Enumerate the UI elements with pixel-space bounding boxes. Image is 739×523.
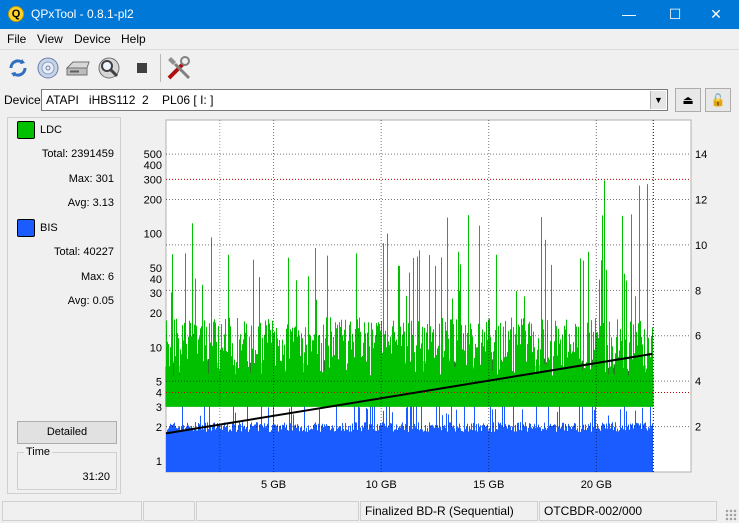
lock-button[interactable]: 🔓 — [705, 88, 731, 112]
ldc-color-swatch — [17, 121, 35, 139]
y-left-tick-label: 200 — [144, 194, 162, 206]
toolbar — [0, 49, 739, 85]
stop-icon — [137, 63, 147, 73]
scan-icon — [98, 57, 120, 79]
y-right-tick-label: 6 — [695, 331, 701, 343]
bis-max-label: Max: — [80, 271, 105, 283]
y-right-tick-label: 14 — [695, 149, 707, 161]
eject-button[interactable]: ⏏ — [675, 88, 701, 112]
y-left-tick-label: 5 — [156, 377, 162, 389]
qpxtool-app-icon: Q — [8, 6, 24, 22]
x-tick-label: 15 GB — [473, 479, 504, 491]
unlock-icon: 🔓 — [710, 93, 726, 107]
stop-button[interactable] — [128, 54, 156, 82]
title-bar: Q QPxTool - 0.8.1-pl2 — ☐ ✕ — [0, 0, 739, 29]
y-left-tick-label: 40 — [150, 274, 162, 286]
ldc-avg: Avg: 3.13 — [68, 197, 114, 209]
bis-avg: Avg: 0.05 — [68, 295, 114, 307]
time-value: 31:20 — [82, 471, 110, 483]
settings-tools-button[interactable] — [165, 54, 193, 82]
disc-info-icon — [37, 57, 59, 79]
settings-tools-icon — [167, 56, 191, 80]
refresh-icon — [9, 59, 27, 77]
y-right-tick-label: 8 — [695, 285, 701, 297]
menu-help[interactable]: Help — [121, 32, 146, 46]
y-right-tick-label: 12 — [695, 194, 707, 206]
ldc-bis-chart: 1 2 3 4 5 10 20 30 40 50 100 200 300 400 500 2 4 6 8 10 12 14… — [125, 117, 719, 494]
y-left-tick-label: 20 — [150, 308, 162, 320]
ldc-max-value: 301 — [95, 173, 114, 185]
bis-total: Total: 40227 — [54, 246, 114, 258]
ldc-avg-value: 3.13 — [92, 197, 114, 209]
status-cell-1 — [2, 501, 142, 521]
x-tick-label: 20 GB — [581, 479, 612, 491]
detailed-button[interactable]: Detailed — [17, 421, 117, 444]
bis-total-label: Total: — [54, 246, 81, 258]
bis-avg-value: 0.05 — [92, 295, 114, 307]
plot-area — [165, 119, 692, 473]
time-label: Time — [24, 446, 53, 458]
y-left-tick-label: 100 — [144, 229, 162, 241]
chart-svg: 1234510203040501002003004005002468101214… — [144, 119, 707, 491]
ldc-total-label: Total: — [41, 148, 69, 160]
bis-color-swatch — [17, 219, 35, 237]
toolbar-separator — [160, 54, 161, 82]
ldc-legend-label: LDC — [40, 124, 63, 136]
minimize-button[interactable]: — — [606, 0, 652, 29]
device-bar: Device: ATAPI iHBS112 2 PL06 [ I: ] ▼ ⏏ … — [0, 86, 739, 114]
drive-icon — [65, 61, 90, 76]
window-title: QPxTool - 0.8.1-pl2 — [31, 7, 134, 21]
disc-info-button[interactable] — [34, 54, 62, 82]
time-group: Time 31:20 — [17, 446, 117, 490]
menu-view[interactable]: View — [37, 32, 63, 46]
ldc-total: Total: 2391459 — [42, 148, 114, 160]
menu-file[interactable]: File — [7, 32, 26, 46]
status-cell-3 — [196, 501, 359, 521]
ldc-max-label: Max: — [68, 173, 93, 185]
ldc-max: Max: 301 — [69, 173, 114, 185]
ldc-total-value: 2391459 — [71, 148, 114, 160]
status-bar: Finalized BD-R (Sequential) OTCBDR-002/0… — [0, 499, 739, 523]
bis-max: Max: 6 — [81, 271, 114, 283]
x-tick-label: 5 GB — [261, 479, 286, 491]
refresh-button[interactable] — [4, 54, 32, 82]
ldc-avg-label: Avg: — [67, 197, 90, 209]
y-left-tick-label: 400 — [144, 160, 162, 172]
menu-bar: File View Device Help — [0, 29, 739, 49]
bis-max-value: 6 — [107, 271, 114, 283]
y-right-tick-label: 2 — [695, 422, 701, 434]
y-left-tick-label: 4 — [156, 388, 162, 400]
y-right-tick-label: 10 — [695, 240, 707, 252]
bis-legend-label: BIS — [40, 222, 58, 234]
status-cell-2 — [143, 501, 195, 521]
y-right-tick-label: 4 — [695, 376, 701, 388]
y-left-tick-label: 3 — [156, 402, 162, 414]
y-left-tick-label: 30 — [150, 288, 162, 300]
maximize-button[interactable]: ☐ — [652, 0, 698, 29]
disc-type-status: Finalized BD-R (Sequential) — [360, 501, 538, 521]
bis-total-value: 40227 — [83, 246, 114, 258]
eject-icon: ⏏ — [682, 93, 694, 107]
device-select-value: ATAPI iHBS112 2 PL06 [ I: ] — [46, 93, 214, 107]
stats-panel: LDC Total: 2391459 Max: 301 Avg: 3.13 BI… — [7, 117, 121, 494]
y-left-tick-label: 500 — [144, 149, 162, 161]
y-left-tick-label: 300 — [144, 174, 162, 186]
device-select[interactable]: ATAPI iHBS112 2 PL06 [ I: ] ▼ — [41, 89, 668, 111]
chevron-down-icon[interactable]: ▼ — [650, 91, 666, 109]
resize-grip[interactable] — [725, 509, 737, 521]
menu-device[interactable]: Device — [74, 32, 111, 46]
y-left-tick-label: 50 — [150, 263, 162, 275]
device-label: Device: — [4, 93, 45, 107]
y-left-tick-label: 1 — [156, 456, 162, 468]
y-left-tick-label: 10 — [150, 342, 162, 354]
bis-avg-label: Avg: — [67, 295, 90, 307]
media-id-status: OTCBDR-002/000 — [539, 501, 717, 521]
x-tick-label: 10 GB — [366, 479, 397, 491]
scan-button[interactable] — [95, 54, 123, 82]
y-left-tick-label: 2 — [156, 422, 162, 434]
close-button[interactable]: ✕ — [693, 0, 739, 29]
drive-button[interactable] — [64, 54, 92, 82]
